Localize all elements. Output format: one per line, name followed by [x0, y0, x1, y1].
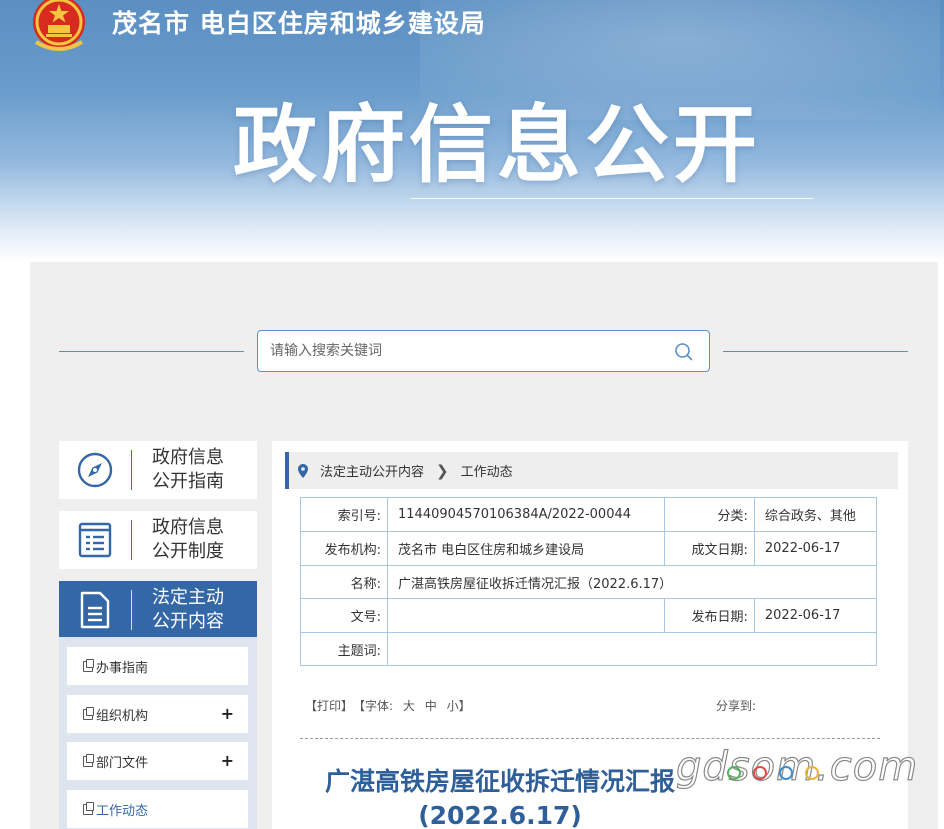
copy-document-icon [83, 706, 94, 720]
table-row: 文号: 发布日期: 2022-06-17 [300, 598, 878, 633]
sub-nav-item-department-files[interactable]: 部门文件 + [67, 742, 248, 780]
expand-plus-icon[interactable]: + [221, 704, 234, 723]
national-emblem-icon [33, 0, 85, 51]
table-row: 主题词: [300, 632, 877, 666]
meta-value: 2022-06-17 [753, 598, 878, 633]
nav-card-system-icon-wrap [59, 511, 131, 569]
document-icon [80, 591, 110, 629]
sub-nav-item-label: 部门文件 [96, 755, 149, 771]
search-box [257, 330, 710, 372]
meta-value: 广湛高铁房屋征收拆迁情况汇报（2022.6.17） [387, 565, 877, 599]
location-pin-icon [298, 463, 308, 478]
search-divider-left [59, 351, 244, 352]
meta-label: 文号: [300, 598, 388, 633]
sub-nav-item-guide[interactable]: 办事指南 [67, 647, 248, 685]
meta-label: 成文日期: [663, 531, 755, 566]
sub-nav-item-organization[interactable]: 组织机构 + [67, 695, 248, 733]
org-name[interactable]: 茂名市 电白区住房和城乡建设局 [112, 4, 486, 40]
meta-value [387, 598, 665, 633]
meta-value: 综合政务、其他 [753, 497, 878, 532]
share-label: 分享到: [716, 699, 757, 713]
article-title-line2: (2022.6.17) [418, 801, 582, 829]
table-row: 索引号: 11440904570106384A/2022-00044 分类: 综… [300, 497, 878, 532]
sub-nav-item-label: 组织机构 [96, 708, 149, 724]
meta-label: 分类: [663, 497, 755, 532]
expand-plus-icon[interactable]: + [221, 751, 234, 770]
search-divider-right [723, 351, 908, 352]
nav-card-mandatory-icon-wrap [59, 581, 131, 639]
meta-value: 2022-06-17 [753, 531, 878, 566]
document-meta-table: 索引号: 11440904570106384A/2022-00044 分类: 综… [300, 497, 878, 666]
meta-label: 名称: [300, 565, 388, 599]
search-icon[interactable] [673, 341, 695, 363]
copy-document-icon [83, 753, 94, 767]
article-tools: 【打印】 【字体: 大 中 小】 [305, 697, 477, 714]
nav-card-guide-label: 政府信息 公开指南 [152, 447, 224, 492]
table-row: 发布机构: 茂名市 电白区住房和城乡建设局 成文日期: 2022-06-17 [300, 531, 878, 566]
meta-label: 主题词: [300, 632, 388, 666]
font-size-label: 【字体: [359, 699, 394, 713]
sub-nav-item-label: 办事指南 [96, 660, 149, 676]
meta-value [387, 632, 877, 666]
copy-document-icon [83, 658, 94, 672]
watermark-decoration-icon [727, 766, 819, 780]
meta-value: 茂名市 电白区住房和城乡建设局 [387, 531, 665, 566]
nav-card-mandatory-label: 法定主动 公开内容 [152, 587, 224, 632]
meta-label: 发布机构: [300, 531, 388, 566]
sub-nav-item-label: 工作动态 [96, 803, 149, 819]
article-title: 广湛高铁房屋征收拆迁情况汇报 (2022.6.17) [290, 765, 710, 829]
nav-card-mandatory[interactable]: 法定主动 公开内容 [59, 581, 257, 639]
article-title-line1: 广湛高铁房屋征收拆迁情况汇报 [324, 767, 675, 796]
nav-card-guide-icon-wrap [59, 441, 131, 499]
copy-document-icon [83, 801, 94, 815]
print-button[interactable]: 【打印】 [305, 699, 353, 713]
title-divider [410, 198, 814, 199]
breadcrumb-parent-link[interactable]: 法定主动公开内容 [320, 461, 424, 480]
chevron-right-icon: ❯ [436, 461, 449, 480]
sub-nav-item-work-news[interactable]: 工作动态 [67, 790, 248, 828]
nav-card-guide[interactable]: 政府信息 公开指南 [59, 441, 257, 499]
font-small-button[interactable]: 小】 [447, 699, 471, 713]
dashed-divider [300, 738, 880, 739]
nav-card-system[interactable]: 政府信息 公开制度 [59, 511, 257, 569]
table-row: 名称: 广湛高铁房屋征收拆迁情况汇报（2022.6.17） [300, 565, 877, 599]
page-title: 政府信息公开 [233, 96, 762, 194]
font-large-button[interactable]: 大 [403, 699, 415, 713]
meta-value: 11440904570106384A/2022-00044 [387, 497, 665, 532]
meta-label: 发布日期: [663, 598, 755, 633]
header-banner: 茂名市 电白区住房和城乡建设局 政府信息公开 [0, 0, 944, 262]
breadcrumb: 法定主动公开内容 ❯ 工作动态 [285, 452, 898, 489]
list-document-icon [78, 522, 112, 558]
search-input[interactable] [270, 340, 660, 362]
nav-card-system-label: 政府信息 公开制度 [152, 517, 224, 562]
meta-label: 索引号: [300, 497, 388, 532]
compass-icon [77, 452, 113, 488]
font-medium-button[interactable]: 中 [425, 699, 437, 713]
breadcrumb-current[interactable]: 工作动态 [461, 461, 513, 480]
